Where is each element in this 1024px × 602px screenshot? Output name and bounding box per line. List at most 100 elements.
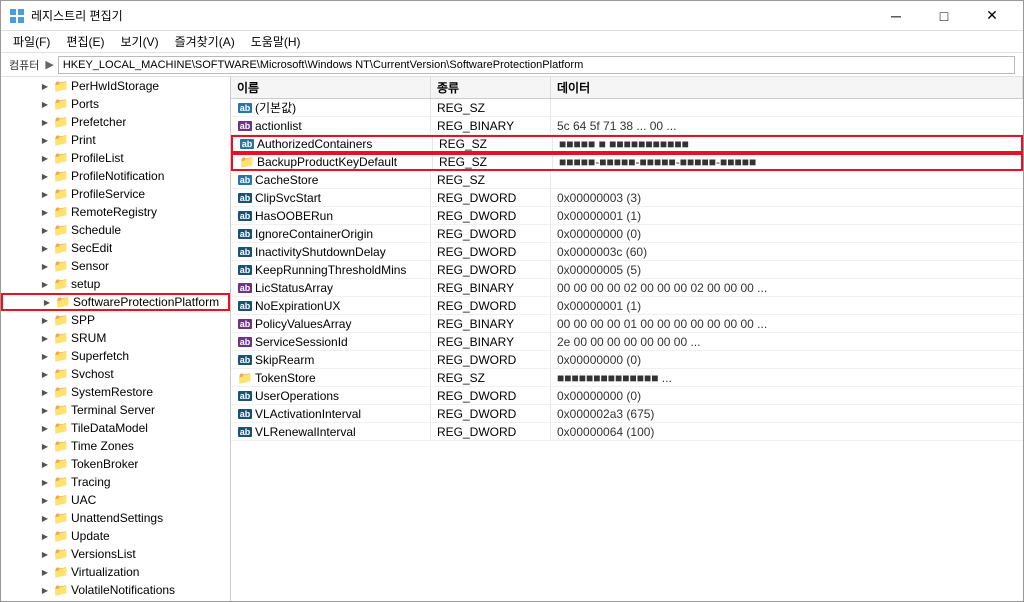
sidebar-item-setup[interactable]: ▶📁setup <box>1 275 230 293</box>
sidebar-item-Svchost[interactable]: ▶📁Svchost <box>1 365 230 383</box>
sidebar-item-label: VersionsList <box>69 547 136 561</box>
detail-row[interactable]: abServiceSessionIdREG_BINARY2e 00 00 00 … <box>231 333 1023 351</box>
menu-view[interactable]: 보기(V) <box>112 31 166 52</box>
expand-icon[interactable]: ▶ <box>37 438 53 454</box>
cell-type: REG_SZ <box>433 155 553 169</box>
main-content: ▶📁PerHwIdStorage▶📁Ports▶📁Prefetcher▶📁Pri… <box>1 77 1023 601</box>
detail-row[interactable]: abVLRenewalIntervalREG_DWORD0x00000064 (… <box>231 423 1023 441</box>
sidebar-item-SRUM[interactable]: ▶📁SRUM <box>1 329 230 347</box>
sidebar-item-TileDataModel[interactable]: ▶📁TileDataModel <box>1 419 230 437</box>
expand-icon[interactable]: ▶ <box>37 168 53 184</box>
detail-row[interactable]: abUserOperationsREG_DWORD0x00000000 (0) <box>231 387 1023 405</box>
detail-row[interactable]: 📁BackupProductKeyDefaultREG_SZ■■■■■-■■■■… <box>231 153 1023 171</box>
expand-icon[interactable]: ▶ <box>37 312 53 328</box>
expand-icon[interactable]: ▶ <box>37 240 53 256</box>
address-input[interactable] <box>58 56 1015 74</box>
expand-icon[interactable]: ▶ <box>37 78 53 94</box>
expand-icon[interactable]: ▶ <box>39 294 55 310</box>
cell-type: REG_DWORD <box>431 351 551 368</box>
sidebar-item-VersionsList[interactable]: ▶📁VersionsList <box>1 545 230 563</box>
expand-icon[interactable]: ▶ <box>37 96 53 112</box>
sidebar-item-RemoteRegistry[interactable]: ▶📁RemoteRegistry <box>1 203 230 221</box>
detail-row[interactable]: ab(기본값)REG_SZ <box>231 99 1023 117</box>
expand-icon[interactable]: ▶ <box>37 456 53 472</box>
sidebar-item-VolatileNotifications[interactable]: ▶📁VolatileNotifications <box>1 581 230 599</box>
menu-help[interactable]: 도움말(H) <box>243 31 309 52</box>
sidebar-item-SecEdit[interactable]: ▶📁SecEdit <box>1 239 230 257</box>
sidebar-item-UnattendSettings[interactable]: ▶📁UnattendSettings <box>1 509 230 527</box>
sidebar-item-Tracing[interactable]: ▶📁Tracing <box>1 473 230 491</box>
close-button[interactable]: ✕ <box>969 1 1015 31</box>
detail-row[interactable]: abClipSvcStartREG_DWORD0x00000003 (3) <box>231 189 1023 207</box>
detail-row[interactable]: abKeepRunningThresholdMinsREG_DWORD0x000… <box>231 261 1023 279</box>
sidebar-item-Update[interactable]: ▶📁Update <box>1 527 230 545</box>
expand-icon[interactable]: ▶ <box>37 276 53 292</box>
sidebar-item-ProfileService[interactable]: ▶📁ProfileService <box>1 185 230 203</box>
expand-icon[interactable]: ▶ <box>37 474 53 490</box>
detail-row[interactable]: abInactivityShutdownDelayREG_DWORD0x0000… <box>231 243 1023 261</box>
expand-icon[interactable]: ▶ <box>37 492 53 508</box>
sidebar-item-SPP[interactable]: ▶📁SPP <box>1 311 230 329</box>
expand-icon[interactable]: ▶ <box>37 132 53 148</box>
minimize-button[interactable]: ─ <box>873 1 919 31</box>
expand-icon[interactable]: ▶ <box>37 420 53 436</box>
cell-type: REG_DWORD <box>431 387 551 404</box>
expand-icon[interactable]: ▶ <box>37 222 53 238</box>
expand-icon[interactable]: ▶ <box>37 204 53 220</box>
expand-icon[interactable]: ▶ <box>37 258 53 274</box>
sidebar-item-ProfileList[interactable]: ▶📁ProfileList <box>1 149 230 167</box>
sidebar-item-PerHwIdStorage[interactable]: ▶📁PerHwIdStorage <box>1 77 230 95</box>
sidebar-item-Virtualization[interactable]: ▶📁Virtualization <box>1 563 230 581</box>
sidebar-item-Sensor[interactable]: ▶📁Sensor <box>1 257 230 275</box>
sidebar-item-Print[interactable]: ▶📁Print <box>1 131 230 149</box>
expand-icon[interactable]: ▶ <box>37 402 53 418</box>
detail-row[interactable]: abHasOOBERunREG_DWORD0x00000001 (1) <box>231 207 1023 225</box>
sidebar-item-SystemRestore[interactable]: ▶📁SystemRestore <box>1 383 230 401</box>
expand-icon[interactable]: ▶ <box>37 528 53 544</box>
reg-type-icon: ab <box>237 100 253 116</box>
expand-icon[interactable]: ▶ <box>37 510 53 526</box>
sidebar-item-Ports[interactable]: ▶📁Ports <box>1 95 230 113</box>
sidebar-item-TimeZones[interactable]: ▶📁Time Zones <box>1 437 230 455</box>
sidebar-item-Prefetcher[interactable]: ▶📁Prefetcher <box>1 113 230 131</box>
sidebar-item-TerminalServer[interactable]: ▶📁Terminal Server <box>1 401 230 419</box>
sidebar-item-Superfetch[interactable]: ▶📁Superfetch <box>1 347 230 365</box>
expand-icon[interactable]: ▶ <box>37 600 53 601</box>
expand-icon[interactable]: ▶ <box>37 114 53 130</box>
cell-name-text: UserOperations <box>255 389 339 403</box>
sidebar-item-Schedule[interactable]: ▶📁Schedule <box>1 221 230 239</box>
menu-edit[interactable]: 편집(E) <box>58 31 112 52</box>
sidebar-item-WbemPerf[interactable]: ▶📁WbemPerf <box>1 599 230 601</box>
sidebar-item-UAC[interactable]: ▶📁UAC <box>1 491 230 509</box>
expand-icon[interactable]: ▶ <box>37 330 53 346</box>
expand-icon[interactable]: ▶ <box>37 564 53 580</box>
detail-row[interactable]: abIgnoreContainerOriginREG_DWORD0x000000… <box>231 225 1023 243</box>
detail-row[interactable]: abLicStatusArrayREG_BINARY00 00 00 00 02… <box>231 279 1023 297</box>
cell-type: REG_DWORD <box>431 297 551 314</box>
detail-row[interactable]: abCacheStoreREG_SZ <box>231 171 1023 189</box>
expand-icon[interactable]: ▶ <box>37 150 53 166</box>
sidebar-item-SoftwareProtectionPlatform[interactable]: ▶📁SoftwareProtectionPlatform <box>1 293 230 311</box>
sidebar-item-label: Prefetcher <box>69 115 126 129</box>
sidebar-item-ProfileNotification[interactable]: ▶📁ProfileNotification <box>1 167 230 185</box>
menu-file[interactable]: 파일(F) <box>5 31 58 52</box>
expand-icon[interactable]: ▶ <box>37 348 53 364</box>
expand-icon[interactable]: ▶ <box>37 384 53 400</box>
detail-row[interactable]: abNoExpirationUXREG_DWORD0x00000001 (1) <box>231 297 1023 315</box>
expand-icon[interactable]: ▶ <box>37 366 53 382</box>
cell-data <box>551 171 1023 188</box>
detail-row[interactable]: abVLActivationIntervalREG_DWORD0x000002a… <box>231 405 1023 423</box>
expand-icon[interactable]: ▶ <box>37 186 53 202</box>
detail-row[interactable]: abAuthorizedContainersREG_SZ■■■■■ ■ ■■■■… <box>231 135 1023 153</box>
menu-favorites[interactable]: 즐겨찾기(A) <box>167 31 243 52</box>
detail-row[interactable]: 📁TokenStoreREG_SZ■■■■■■■■■■■■■■ ... <box>231 369 1023 387</box>
sidebar-item-label: UnattendSettings <box>69 511 163 525</box>
detail-row[interactable]: abactionlistREG_BINARY5c 64 5f 71 38 ...… <box>231 117 1023 135</box>
expand-icon[interactable]: ▶ <box>37 582 53 598</box>
expand-icon[interactable]: ▶ <box>37 546 53 562</box>
detail-row[interactable]: abSkipRearmREG_DWORD0x00000000 (0) <box>231 351 1023 369</box>
detail-row[interactable]: abPolicyValuesArrayREG_BINARY00 00 00 00… <box>231 315 1023 333</box>
cell-name-text: actionlist <box>255 119 302 133</box>
sidebar-item-TokenBroker[interactable]: ▶📁TokenBroker <box>1 455 230 473</box>
maximize-button[interactable]: □ <box>921 1 967 31</box>
